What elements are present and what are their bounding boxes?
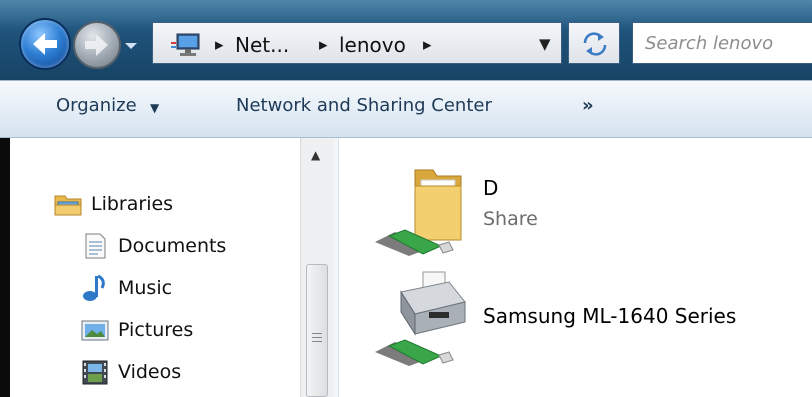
sidebar-item-label: Libraries [91,193,174,215]
music-icon [83,274,105,301]
search-box[interactable] [632,22,812,64]
item-subtitle: Share [483,208,538,230]
back-button[interactable] [19,18,71,70]
breadcrumb-separator-icon[interactable]: ▸ [423,35,432,55]
more-commands-button[interactable]: » [582,95,594,116]
scrollbar-thumb[interactable] [306,264,328,397]
shared-folder-item[interactable]: D Share [339,138,812,256]
item-title: Samsung ML-1640 Series [483,304,737,328]
back-arrow-icon [33,33,57,55]
shared-printer-item[interactable]: Samsung ML-1640 Series [339,268,812,368]
breadcrumb-network[interactable]: Net... [235,33,289,57]
sidebar-item-label: Pictures [118,319,194,341]
chevron-down-icon [125,43,137,49]
network-icon [171,33,200,56]
address-dropdown-icon[interactable]: ▼ [539,35,551,53]
navigation-bar: ▸ Net... ▸ lenovo ▸ ▼ [0,0,812,80]
address-bar[interactable]: ▸ Net... ▸ lenovo ▸ ▼ [152,22,562,64]
explorer-window: ▸ Net... ▸ lenovo ▸ ▼ Organize ▼ Network… [0,0,812,397]
sidebar-item-label: Videos [118,361,182,383]
refresh-icon [583,32,607,56]
navigation-scrollbar[interactable]: ▲ [300,138,334,397]
grip-icon [312,333,322,345]
chevron-down-icon[interactable]: ▼ [150,101,159,115]
recent-pages-button[interactable] [122,38,140,52]
sidebar-item-label: Documents [118,235,227,257]
item-title: D [483,176,499,200]
shared-printer-icon [375,271,466,366]
breadcrumb-separator-icon[interactable]: ▸ [215,35,224,55]
forward-arrow-icon [85,34,108,56]
documents-icon [85,233,106,259]
organize-menu[interactable]: Organize [56,95,137,116]
libraries-icon [54,195,82,216]
navigation-pane: Libraries Documents Music Pictures Video… [10,138,300,397]
command-bar: Organize ▼ Network and Sharing Center » [0,80,812,138]
breadcrumb-lenovo[interactable]: lenovo [339,33,406,57]
search-input[interactable] [645,31,812,55]
refresh-button[interactable] [568,22,620,64]
scroll-up-icon[interactable]: ▲ [311,148,320,162]
breadcrumb-separator-icon[interactable]: ▸ [319,35,328,55]
sidebar-item-label: Music [118,277,173,299]
shared-folder-icon [375,169,462,256]
network-sharing-center-button[interactable]: Network and Sharing Center [236,95,492,116]
pictures-icon [81,320,109,341]
videos-icon [82,360,108,385]
content-pane: D Share Samsung ML-1640 Series [339,138,812,397]
forward-button[interactable] [73,21,121,69]
